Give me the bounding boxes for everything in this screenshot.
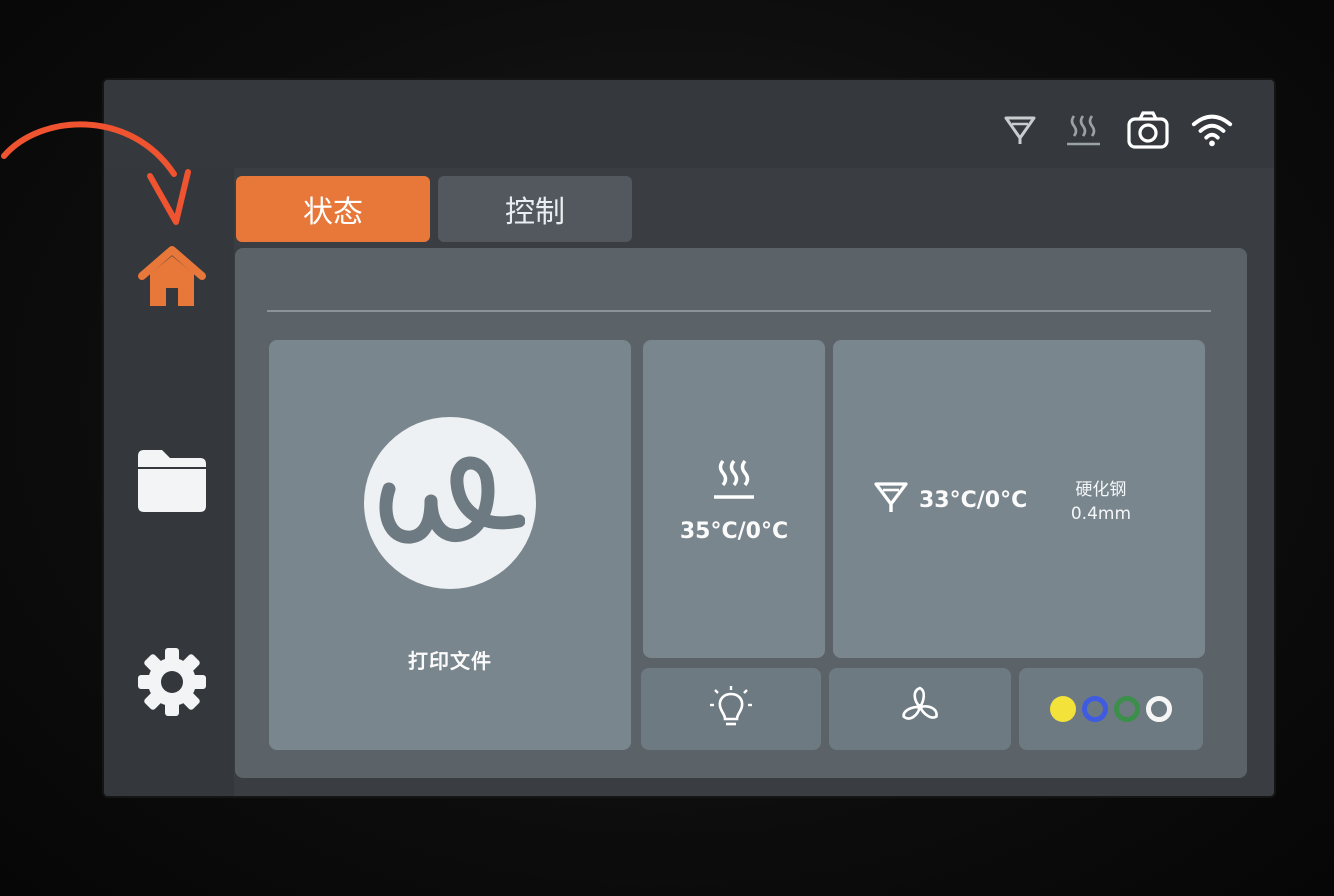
bed-temperature: 35°C/0°C xyxy=(679,518,789,544)
sidebar-item-files[interactable] xyxy=(134,444,210,520)
divider xyxy=(267,310,1211,312)
filament-slots-icon xyxy=(1050,696,1172,722)
tab-status[interactable]: 状态 xyxy=(236,176,430,242)
filament-slot-2 xyxy=(1082,696,1108,722)
annotation-arrow xyxy=(1,121,191,225)
filament-slots-button[interactable] xyxy=(1019,668,1203,750)
nozzle-icon xyxy=(998,108,1042,152)
tab-bar: 状态 控制 xyxy=(236,176,632,242)
nozzle-temperature: 33°C/0°C xyxy=(919,487,1028,513)
wifi-icon[interactable] xyxy=(1190,108,1234,152)
bed-temperature-card[interactable]: 35°C/0°C xyxy=(643,340,825,658)
sidebar-item-home[interactable] xyxy=(134,242,210,318)
sidebar xyxy=(104,168,234,796)
tab-control[interactable]: 控制 xyxy=(438,176,632,242)
brand-logo-icon xyxy=(364,416,536,589)
light-toggle-button[interactable] xyxy=(641,668,821,750)
nozzle-diameter: 0.4mm xyxy=(1070,504,1131,524)
camera-icon[interactable] xyxy=(1126,108,1170,152)
heatbed-icon xyxy=(711,455,757,509)
nozzle-temperature-card[interactable]: 33°C/0°C 硬化钢 0.4mm xyxy=(833,340,1205,658)
gear-icon xyxy=(136,646,208,722)
sidebar-item-settings[interactable] xyxy=(134,646,210,722)
status-bar xyxy=(104,80,1274,168)
light-bulb-icon xyxy=(708,684,754,734)
filament-slot-3 xyxy=(1114,696,1140,722)
nozzle-icon xyxy=(873,478,909,522)
filament-slot-4 xyxy=(1146,696,1172,722)
print-file-button[interactable]: 打印文件 xyxy=(269,340,631,750)
filament-slot-1 xyxy=(1050,696,1076,722)
nozzle-material: 硬化钢 xyxy=(1075,480,1127,500)
fan-control-button[interactable] xyxy=(829,668,1011,750)
fan-icon xyxy=(896,683,944,735)
touch-screen: 状态 控制 打印文件 35°C/0°C 33°C/0°C 硬化钢 0.4mm xyxy=(104,80,1274,796)
folder-icon xyxy=(134,446,210,518)
status-panel: 打印文件 35°C/0°C 33°C/0°C 硬化钢 0.4mm xyxy=(235,248,1247,778)
home-icon xyxy=(136,242,208,318)
heatbed-icon xyxy=(1062,108,1106,152)
print-file-label: 打印文件 xyxy=(408,648,492,673)
